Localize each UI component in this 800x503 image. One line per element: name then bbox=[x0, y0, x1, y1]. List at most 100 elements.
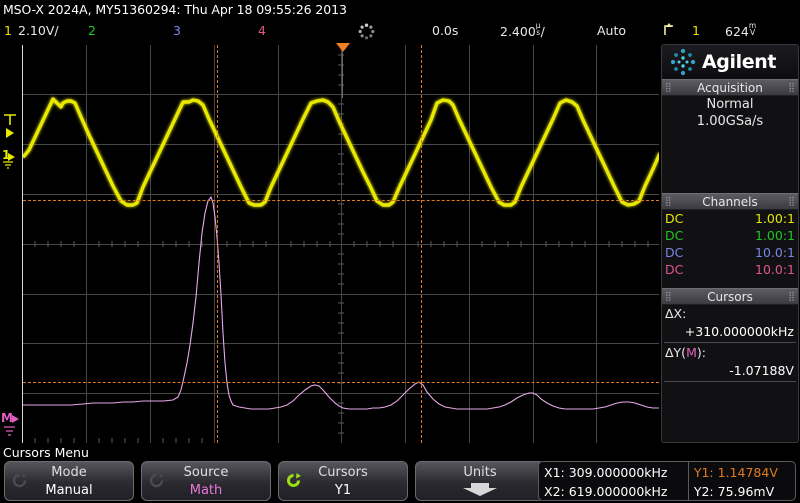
trigger-level-value[interactable]: 624m V bbox=[725, 22, 756, 40]
math-channel-marker[interactable]: M bbox=[1, 410, 21, 446]
channel-3-coupling: DC bbox=[665, 245, 684, 260]
grip-dots-left-icon: ⣿ bbox=[665, 83, 672, 93]
softkey-cursors[interactable]: Cursors Y1 bbox=[278, 461, 408, 501]
knob-dim-icon bbox=[11, 472, 28, 489]
trigger-level-number: 624 bbox=[725, 24, 749, 39]
cursor-y1-readout: Y1: 1.14784V bbox=[694, 463, 795, 482]
channel-4-indicator[interactable]: 4 bbox=[258, 22, 266, 39]
status-settings-bar: 1 2.10V/ 2 3 4 0.0s 2.400µ s/ Auto 1 624… bbox=[0, 19, 800, 43]
panel-title-acquisition: Acquisition bbox=[697, 81, 763, 95]
trigger-level-unit: mV bbox=[748, 21, 757, 37]
softkey-units-label: Units bbox=[463, 465, 497, 480]
oscilloscope-screen: MSO-X 2024A, MY51360294: Thu Apr 18 09:5… bbox=[0, 0, 800, 503]
cursor-x1-value: 309.000000kHz bbox=[568, 465, 668, 480]
cursor-x2-label: X2: bbox=[544, 484, 565, 499]
time-position-value[interactable]: 0.0s bbox=[432, 22, 458, 39]
cursor-x1-readout: X1: 309.000000kHz bbox=[544, 463, 688, 482]
cursor-y1-line[interactable] bbox=[23, 200, 659, 201]
trigger-source-value[interactable]: 1 bbox=[692, 22, 700, 39]
cursor-x1-label: X1: bbox=[544, 465, 565, 480]
cursor-y1-value: 1.14784V bbox=[717, 465, 778, 480]
trigger-mode-value[interactable]: Auto bbox=[597, 22, 626, 39]
cursor-x-readouts: X1: 309.000000kHz X2: 619.000000kHz bbox=[539, 462, 688, 500]
brand-name: Agilent bbox=[702, 51, 777, 73]
acquisition-mode: Normal bbox=[706, 97, 754, 112]
trigger-position-stem bbox=[342, 52, 343, 98]
softkey-units[interactable]: Units bbox=[415, 461, 545, 501]
softkey-units-arrow bbox=[416, 482, 544, 502]
busy-spinner-icon bbox=[358, 23, 375, 40]
time-scale-suffix: / bbox=[540, 24, 545, 39]
delta-y-label-suffix: ): bbox=[696, 345, 706, 360]
channel-4-coupling: DC bbox=[665, 262, 684, 277]
channel-2-probe-ratio: 1.00:1 bbox=[755, 228, 795, 243]
graticule[interactable] bbox=[22, 45, 659, 443]
cursor-measurement-box: X1: 309.000000kHz X2: 619.000000kHz Y1: … bbox=[538, 461, 796, 501]
divider bbox=[664, 381, 796, 382]
time-scale-value[interactable]: 2.400µ s/ bbox=[500, 22, 545, 40]
softkey-row: Mode Manual Source Math Cursors Y1 Units bbox=[4, 461, 564, 501]
grip-dots-left-icon: ⣿ bbox=[665, 292, 672, 302]
cursor-y-readouts: Y1: 1.14784V Y2: 75.96mV bbox=[687, 462, 795, 501]
cursor-y2-line[interactable] bbox=[23, 382, 659, 383]
grip-dots-right-icon: ⣿ bbox=[788, 83, 795, 93]
delta-y-label-source: M bbox=[686, 345, 697, 360]
cursor-y2-label: Y2: bbox=[693, 484, 714, 499]
delta-y-value: -1.07188V bbox=[729, 363, 794, 378]
delta-y-label: ΔY(M): bbox=[662, 344, 798, 362]
softkey-mode[interactable]: Mode Manual bbox=[4, 461, 134, 501]
grip-dots-right-icon: ⣿ bbox=[788, 292, 795, 302]
channel-1-indicator[interactable]: 1 bbox=[4, 22, 12, 39]
channel-3-probe-ratio: 10.0:1 bbox=[755, 245, 795, 260]
brand-bar: Agilent bbox=[662, 45, 798, 79]
trigger-position-marker[interactable] bbox=[336, 43, 350, 52]
math-fft-waveform bbox=[23, 195, 659, 410]
table-row: DC 10.0:1 bbox=[662, 244, 798, 261]
knob-green-icon bbox=[285, 472, 302, 489]
channel-2-indicator[interactable]: 2 bbox=[88, 22, 96, 39]
panel-body-cursors: ΔX: +310.000000kHz ΔY(M): -1.07188V bbox=[662, 305, 798, 382]
bottom-menu-bar: Cursors Menu Mode Manual Source Math Cur… bbox=[0, 445, 800, 503]
channel-4-probe-ratio: 10.0:1 bbox=[755, 262, 795, 277]
panel-header-acquisition[interactable]: ⣿ Acquisition ⣿ bbox=[662, 79, 798, 96]
channel-2-coupling: DC bbox=[665, 228, 684, 243]
delta-x-label: ΔX: bbox=[665, 306, 687, 321]
channel-3-indicator[interactable]: 3 bbox=[173, 22, 181, 39]
delta-x-value: +310.000000kHz bbox=[684, 324, 794, 339]
panel-body-acquisition: Normal 1.00GSa/s bbox=[662, 96, 798, 193]
svg-text:M: M bbox=[1, 411, 13, 425]
cursor-y2-value: 75.96mV bbox=[717, 484, 775, 499]
divider bbox=[664, 342, 796, 343]
table-row: DC 10.0:1 bbox=[662, 261, 798, 278]
cursor-y2-readout: Y2: 75.96mV bbox=[694, 482, 795, 501]
table-row: DC 1.00:1 bbox=[662, 210, 798, 227]
knob-dim-icon bbox=[148, 472, 165, 489]
delta-y-label-prefix: ΔY( bbox=[665, 345, 687, 360]
panel-header-cursors[interactable]: ⣿ Cursors ⣿ bbox=[662, 288, 798, 305]
panel-body-channels: DC 1.00:1 DC 1.00:1 DC 10.0:1 DC 10.0:1 bbox=[662, 210, 798, 288]
cursor-x2-readout: X2: 619.000000kHz bbox=[544, 482, 688, 501]
channel-1-probe-ratio: 1.00:1 bbox=[755, 211, 795, 226]
softkey-source[interactable]: Source Math bbox=[141, 461, 271, 501]
channel-1-coupling: DC bbox=[665, 211, 684, 226]
panel-title-channels: Channels bbox=[702, 195, 758, 209]
instrument-title-bar: MSO-X 2024A, MY51360294: Thu Apr 18 09:5… bbox=[0, 0, 800, 19]
table-row: DC 1.00:1 bbox=[662, 227, 798, 244]
cursor-y1-label: Y1: bbox=[693, 465, 714, 480]
channel-1-scale[interactable]: 2.10V/ bbox=[18, 22, 59, 39]
cursor-x1-line[interactable] bbox=[217, 45, 218, 443]
grip-dots-left-icon: ⣿ bbox=[665, 197, 672, 207]
cursor-x2-value: 619.000000kHz bbox=[568, 484, 668, 499]
panel-title-cursors: Cursors bbox=[707, 290, 753, 304]
menu-title: Cursors Menu bbox=[3, 445, 89, 460]
right-info-sidebar: Agilent ⣿ Acquisition ⣿ Normal 1.00GSa/s… bbox=[661, 44, 799, 443]
time-scale-number: 2.400 bbox=[500, 24, 536, 39]
arrow-down-icon bbox=[459, 483, 501, 501]
cursor-x2-line[interactable] bbox=[421, 45, 422, 443]
grip-dots-right-icon: ⣿ bbox=[788, 197, 795, 207]
panel-header-channels[interactable]: ⣿ Channels ⣿ bbox=[662, 193, 798, 210]
acquisition-sample-rate: 1.00GSa/s bbox=[696, 114, 764, 129]
channel-1-trigger-marker[interactable]: 1 bbox=[1, 113, 19, 171]
waveform-display-area[interactable]: 1 M bbox=[0, 43, 660, 445]
rising-edge-icon bbox=[663, 22, 676, 41]
